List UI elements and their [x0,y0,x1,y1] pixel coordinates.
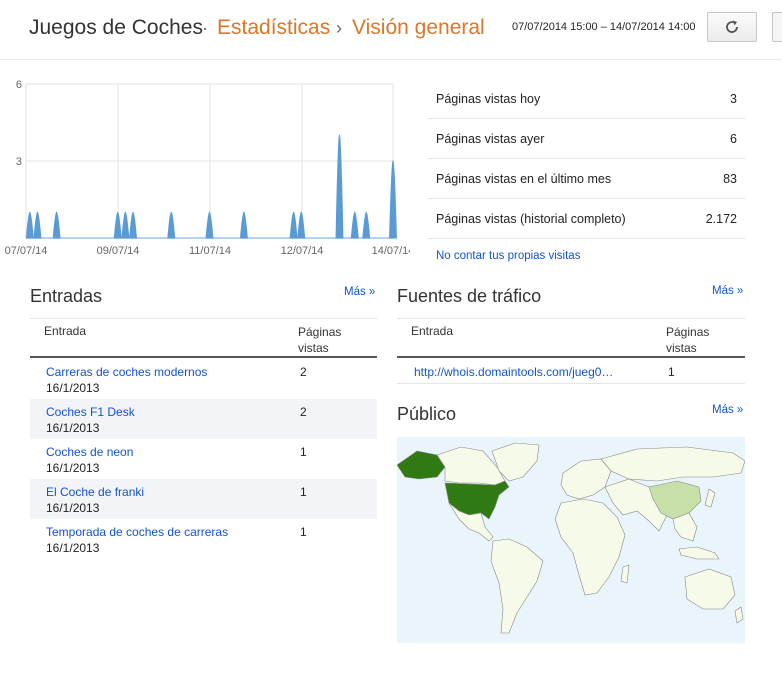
stat-value: 2.172 [705,212,737,226]
chart-spike [121,211,130,239]
stat-label: Páginas vistas en el último mes [436,172,612,186]
entry-date: 16/1/2013 [46,541,100,555]
column-header-views: Páginas vistas [666,325,710,355]
stat-label: Páginas vistas ayer [436,132,545,146]
entry-date: 16/1/2013 [46,501,100,515]
entry-date: 16/1/2013 [46,421,100,435]
map-indonesia [678,546,720,560]
entry-link[interactable]: Coches de neon [46,445,133,459]
chart-spike [389,160,397,239]
map-south-america [490,538,544,634]
entry-views: 2 [300,405,307,419]
chart-spike [335,134,344,239]
pageviews-summary: Páginas vistas hoy 3 Páginas vistas ayer… [428,79,745,239]
map-new-zealand [734,606,744,624]
world-map-svg [397,442,745,634]
x-tick-label: 09/07/14 [97,245,140,257]
chart-spike [205,211,214,239]
y-tick-label: 3 [16,156,22,168]
chart-spike [52,211,61,239]
table-row: Carreras de coches modernos 16/1/2013 2 [30,359,377,399]
table-row: Temporada de coches de carreras 16/1/201… [30,519,377,559]
chart-spike [362,211,371,239]
breadcrumb-separator: › [336,18,342,38]
stat-row-month: Páginas vistas en el último mes 83 [428,159,745,199]
chart-spike [167,211,176,239]
traffic-title: Fuentes de tráfico [397,286,542,306]
traffic-source-link[interactable]: http://whois.domaintools.com/jueg0… [414,365,613,379]
stat-value: 6 [730,132,737,146]
table-row: http://whois.domaintools.com/jueg0… 1 [397,358,745,384]
entries-title: Entradas [30,286,103,306]
menu-button[interactable] [772,12,782,42]
entries-more-link[interactable]: Más » [344,286,375,298]
entry-date: 16/1/2013 [46,381,100,395]
traffic-views: 1 [668,365,675,379]
chart-spike [33,211,42,239]
x-tick-label: 07/07/14 [5,245,48,257]
chart-spike [129,211,138,239]
chart-spike [297,211,306,239]
stat-row-today: Páginas vistas hoy 3 [428,79,745,119]
entries-table-header: Entrada Páginas vistas [30,318,377,358]
breadcrumb-overview: Visión general [352,16,485,39]
entry-views: 1 [300,445,307,459]
map-japan [704,488,716,508]
y-tick-label: 6 [16,79,22,91]
entry-views: 2 [300,365,307,379]
chart-spike [113,211,122,239]
entry-link[interactable]: Coches F1 Desk [46,405,135,419]
stat-value: 3 [730,92,737,106]
chart-spike [239,211,248,239]
world-map[interactable] [397,437,745,643]
page-header: Juegos de Coches · Estadísticas › Visión… [0,0,782,60]
map-madagascar [620,564,630,584]
breadcrumb-dot: · [202,18,208,38]
breadcrumb-blog-name[interactable]: Juegos de Coches [29,15,203,41]
table-row: Coches F1 Desk 16/1/2013 2 [30,399,377,439]
map-usa [444,480,510,520]
map-africa [554,498,626,596]
map-australia [684,568,736,610]
traffic-more-link[interactable]: Más » [712,285,743,297]
audience-title: Público [397,404,457,424]
column-header-entry: Entrada [411,324,454,338]
traffic-table-header: Entrada Páginas vistas [397,318,745,358]
table-row: El Coche de franki 16/1/2013 1 [30,479,377,519]
chart-spike [25,211,34,239]
entry-link[interactable]: Temporada de coches de carreras [46,525,228,539]
column-header-entry: Entrada [44,324,87,338]
stat-label: Páginas vistas hoy [436,92,541,106]
refresh-icon [726,20,738,33]
chart-svg: 6 3 07/07/14 09/07/14 11/07/14 12/07/14 14/07/… [5,79,410,257]
x-tick-label: 12/07/14 [281,245,324,257]
entry-views: 1 [300,525,307,539]
entry-link[interactable]: Carreras de coches modernos [46,365,207,379]
stat-row-yesterday: Páginas vistas ayer 6 [428,119,745,159]
column-header-views: Páginas vistas [298,325,342,355]
entry-date: 16/1/2013 [46,461,100,475]
stat-label: Páginas vistas (historial completo) [436,212,626,226]
refresh-button[interactable] [707,12,757,42]
map-russia [600,446,745,482]
x-tick-label: 14/07/14 [372,245,410,257]
audience-more-link[interactable]: Más » [712,404,743,416]
entry-link[interactable]: El Coche de franki [46,485,144,499]
chart-spike [289,211,298,239]
pageviews-chart: 6 3 07/07/14 09/07/14 11/07/14 12/07/14 14/07/… [0,66,410,266]
entry-views: 1 [300,485,307,499]
date-range: 07/07/2014 15:00 – 14/07/2014 14:00 [512,21,696,33]
stat-row-all-time: Páginas vistas (historial completo) 2.17… [428,199,745,239]
stat-value: 83 [723,172,737,186]
breadcrumb-stats[interactable]: Estadísticas [217,15,330,41]
chart-spike [350,211,359,239]
x-tick-label: 11/07/14 [189,245,231,257]
exclude-own-visits-link[interactable]: No contar tus propias visitas [436,250,580,262]
table-row: Coches de neon 16/1/2013 1 [30,439,377,479]
map-europe [560,458,612,500]
